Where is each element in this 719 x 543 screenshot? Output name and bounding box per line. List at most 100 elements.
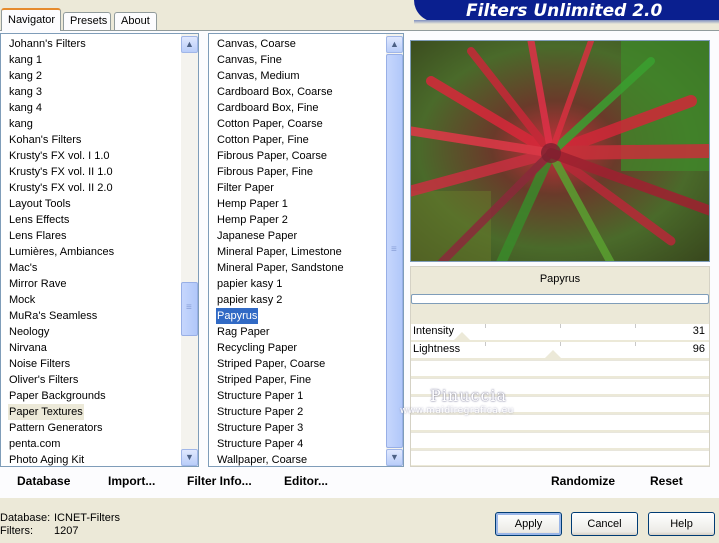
cancel-button[interactable]: Cancel [571, 512, 638, 536]
category-item[interactable]: Kohan's Filters [8, 132, 82, 148]
category-item[interactable]: penta.com [8, 436, 61, 452]
category-item[interactable]: Johann's Filters [8, 36, 87, 52]
filter-item[interactable]: Canvas, Medium [216, 68, 301, 84]
scroll-up-icon[interactable]: ▲ [386, 36, 403, 53]
randomize-button[interactable]: Randomize [551, 474, 615, 488]
filter-item[interactable]: Structure Paper 3 [216, 420, 304, 436]
preview-artwork [411, 41, 709, 261]
filter-item[interactable]: Striped Paper, Fine [216, 372, 312, 388]
filter-info-button[interactable]: Filter Info... [187, 474, 252, 488]
filter-item[interactable]: Striped Paper, Coarse [216, 356, 326, 372]
category-item[interactable]: Photo Aging Kit [8, 452, 85, 466]
category-item[interactable]: kang 4 [8, 100, 43, 116]
category-item[interactable]: Paper Backgrounds [8, 388, 107, 404]
filter-item[interactable]: Fibrous Paper, Coarse [216, 148, 328, 164]
database-button[interactable]: Database [17, 474, 70, 488]
filter-list[interactable]: Wallpaper, Coarse Structure Paper 4 Struct… [208, 33, 404, 467]
scroll-thumb[interactable] [181, 282, 198, 336]
filter-item[interactable]: Rag Paper [216, 324, 271, 340]
progress-bar [411, 294, 709, 304]
filter-item[interactable]: Mineral Paper, Limestone [216, 244, 343, 260]
filter-item[interactable]: Cotton Paper, Fine [216, 132, 310, 148]
lightness-value: 96 [692, 343, 705, 355]
filter-item[interactable]: Canvas, Fine [216, 52, 283, 68]
filter-item[interactable]: papier kasy 2 [216, 292, 283, 308]
tab-about[interactable]: About [114, 12, 157, 31]
category-item[interactable]: Krusty's FX vol. II 1.0 [8, 164, 114, 180]
category-item[interactable]: Nirvana [8, 340, 48, 356]
database-info-label: Database: [0, 512, 51, 524]
filter-item[interactable]: Fibrous Paper, Fine [216, 164, 314, 180]
category-item[interactable]: Pattern Generators [8, 420, 104, 436]
category-item[interactable]: Krusty's FX vol. II 2.0 [8, 180, 114, 196]
lightness-label: Lightness [413, 343, 461, 355]
filter-item[interactable]: Wallpaper, Coarse [216, 452, 308, 466]
filter-item[interactable]: Japanese Paper [216, 228, 298, 244]
preview-image[interactable] [410, 40, 710, 262]
intensity-label: Intensity [413, 325, 454, 337]
empty-param-row [411, 414, 709, 430]
filter-item[interactable]: Cardboard Box, Coarse [216, 84, 334, 100]
filter-item[interactable]: Recycling Paper [216, 340, 298, 356]
filters-count-value: 1207 [54, 525, 79, 537]
import-button[interactable]: Import... [108, 474, 155, 488]
scroll-down-icon[interactable]: ▼ [386, 449, 403, 466]
parameter-panel: Papyrus Intensity 31 Lightness 96 [410, 266, 710, 467]
lightness-slider-marker[interactable] [545, 350, 561, 358]
filter-item[interactable]: Hemp Paper 1 [216, 196, 289, 212]
editor-button[interactable]: Editor... [284, 474, 328, 488]
filter-item[interactable]: Papyrus [216, 308, 259, 324]
current-filter-name: Papyrus [539, 273, 581, 285]
category-item[interactable]: Neology [8, 324, 50, 340]
filter-item[interactable]: Structure Paper 4 [216, 436, 304, 452]
empty-param-row [411, 450, 709, 465]
scroll-thumb[interactable] [386, 54, 403, 448]
category-item[interactable]: Mac's [8, 260, 38, 276]
filter-item[interactable]: Mineral Paper, Sandstone [216, 260, 345, 276]
help-button[interactable]: Help [648, 512, 715, 536]
filter-item[interactable]: Hemp Paper 2 [216, 212, 289, 228]
category-item[interactable]: kang 2 [8, 68, 43, 84]
filter-item[interactable]: Structure Paper 1 [216, 388, 304, 404]
filter-item[interactable]: Filter Paper [216, 180, 275, 196]
category-item[interactable]: MuRa's Seamless [8, 308, 98, 324]
category-item[interactable]: Oliver's Filters [8, 372, 79, 388]
watermark-name: Pinuccia [430, 386, 508, 405]
category-item[interactable]: Paper Textures [8, 404, 84, 420]
filter-scrollbar[interactable]: ▲ ▼ [386, 34, 403, 466]
category-item[interactable]: Lumières, Ambiances [8, 244, 115, 260]
filter-item[interactable]: Cardboard Box, Fine [216, 100, 320, 116]
app-title: Filters Unlimited 2.0 [466, 1, 663, 21]
intensity-value: 31 [692, 325, 705, 337]
category-item[interactable]: kang 3 [8, 84, 43, 100]
apply-button[interactable]: Apply [495, 512, 562, 536]
category-item[interactable]: Lens Effects [8, 212, 70, 228]
lightness-slider[interactable]: Lightness 96 [411, 342, 709, 358]
filter-item[interactable]: Cotton Paper, Coarse [216, 116, 324, 132]
intensity-slider[interactable]: Intensity 31 [411, 324, 709, 340]
category-item[interactable]: Mirror Rave [8, 276, 67, 292]
intensity-slider-marker[interactable] [454, 332, 470, 340]
tab-presets[interactable]: Presets [63, 12, 111, 31]
empty-param-row [411, 432, 709, 448]
category-item[interactable]: Krusty's FX vol. I 1.0 [8, 148, 111, 164]
category-item[interactable]: Lens Flares [8, 228, 67, 244]
reset-button[interactable]: Reset [650, 474, 683, 488]
filters-count-label: Filters: [0, 525, 33, 537]
category-list[interactable]: Photo Aging Kit penta.com Pattern Generato… [0, 33, 199, 467]
category-item[interactable]: Noise Filters [8, 356, 71, 372]
scroll-up-icon[interactable]: ▲ [181, 36, 198, 53]
category-scrollbar[interactable]: ▲ ▼ [181, 34, 198, 466]
category-item[interactable]: Mock [8, 292, 36, 308]
filter-item[interactable]: papier kasy 1 [216, 276, 283, 292]
category-item[interactable]: kang [8, 116, 34, 132]
database-info-value: ICNET-Filters [54, 512, 120, 524]
category-item[interactable]: kang 1 [8, 52, 43, 68]
watermark-url: www.maidiregrafica.eu [400, 406, 514, 416]
tab-navigator[interactable]: Navigator [1, 8, 61, 31]
scroll-down-icon[interactable]: ▼ [181, 449, 198, 466]
category-item[interactable]: Layout Tools [8, 196, 72, 212]
filter-item[interactable]: Canvas, Coarse [216, 36, 297, 52]
filter-item[interactable]: Structure Paper 2 [216, 404, 304, 420]
empty-param-row [411, 360, 709, 376]
